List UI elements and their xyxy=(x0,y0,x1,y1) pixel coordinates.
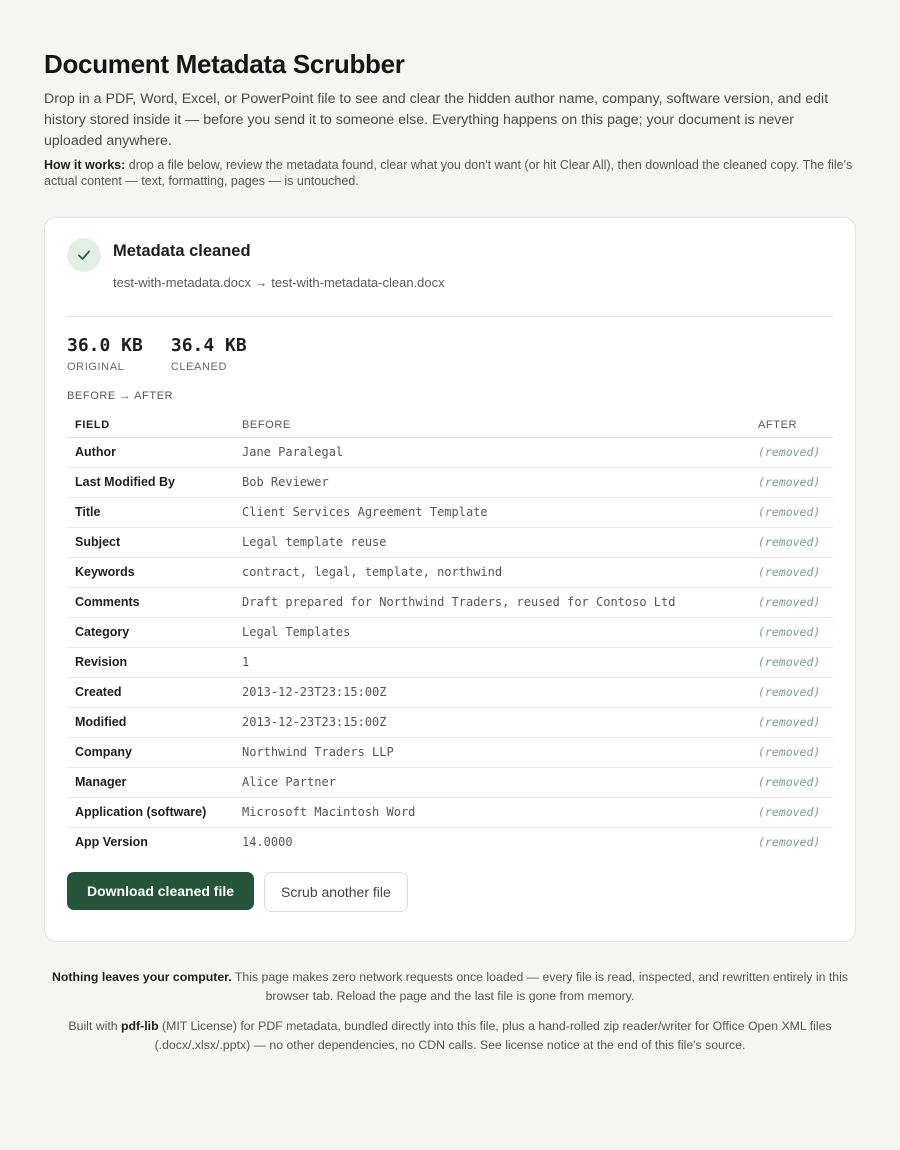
table-row: Created 2013-12-23T23:15:00Z (removed) xyxy=(67,677,833,708)
row-before-value: Legal Templates xyxy=(234,617,750,648)
footer: Nothing leaves your computer. This page … xyxy=(44,968,856,1055)
privacy-note: Nothing leaves your computer. This page … xyxy=(44,968,856,1006)
row-field: Modified xyxy=(67,707,234,738)
page-title: Document Metadata Scrubber xyxy=(44,49,405,79)
comparison-label: Before → After xyxy=(67,390,174,402)
row-after-value: (removed) xyxy=(750,527,833,558)
row-after-value: (removed) xyxy=(750,707,833,738)
row-before-value: 1 xyxy=(234,647,750,678)
row-field: Title xyxy=(67,497,234,528)
table-row: Modified 2013-12-23T23:15:00Z (removed) xyxy=(67,707,833,738)
column-header-after: After xyxy=(750,413,833,438)
row-before-value: Bob Reviewer xyxy=(234,467,750,498)
credits-note: Built with pdf-lib (MIT License) for PDF… xyxy=(44,1017,856,1055)
row-field: Company xyxy=(67,737,234,768)
actions: Download cleaned file Scrub another file xyxy=(67,872,833,912)
metadata-table: Field Before After Author Jane Paralegal(… xyxy=(67,413,833,857)
row-before-value: Alice Partner xyxy=(234,767,750,798)
credits-library: pdf-lib xyxy=(121,1019,159,1033)
table-row: Subject Legal template reuse (removed) xyxy=(67,527,833,558)
row-after-value: (removed) xyxy=(750,647,833,678)
table-row: Manager Alice Partner (removed) xyxy=(67,767,833,798)
size-cleaned-value: 36.4 KB xyxy=(170,335,247,356)
size-cleaned-label: Cleaned xyxy=(170,361,228,373)
row-before-value: contract, legal, template, northwind xyxy=(234,557,750,588)
status-row: Metadata cleaned test-with-metadata.docx… xyxy=(67,238,833,292)
status-check-badge xyxy=(67,238,101,272)
page: Document Metadata Scrubber Drop in a PDF… xyxy=(0,0,900,1150)
row-before-value: Northwind Traders LLP xyxy=(234,737,750,768)
row-after-value: (removed) xyxy=(750,497,833,528)
credits-prefix: Built with xyxy=(68,1019,122,1033)
size-cleaned: 36.4 KB Cleaned xyxy=(171,335,247,373)
file-rename-line: test-with-metadata.docx → test-with-meta… xyxy=(113,275,445,290)
row-before-value: 2013-12-23T23:15:00Z xyxy=(234,677,750,708)
row-field: Revision xyxy=(67,647,234,678)
row-after-value: (removed) xyxy=(758,835,821,850)
size-original: 36.0 KB Original xyxy=(67,335,143,373)
row-before-value: Jane Paralegal xyxy=(234,437,750,468)
table-header-row: Field Before After xyxy=(67,413,833,438)
metadata-rows: Author Jane Paralegal (removed) Last Modifi… xyxy=(67,437,833,857)
row-after-value: (removed) xyxy=(750,467,833,498)
table-row: Comments Draft prepared for Northwind Tra… xyxy=(67,587,833,618)
size-original-value: 36.0 KB xyxy=(67,335,143,356)
column-header-field: Field xyxy=(67,413,234,438)
how-it-works-label: How it works: xyxy=(44,158,126,172)
row-field: Created xyxy=(67,677,234,708)
credits-text: (MIT License) for PDF metadata, bundled … xyxy=(154,1019,832,1052)
row-field: Keywords xyxy=(67,557,234,588)
row-before-value: Legal template reuse xyxy=(234,527,750,558)
row-before-value: 2013-12-23T23:15:00Z xyxy=(234,707,750,738)
table-row: Application (software) Microsoft Macintos… xyxy=(67,797,833,828)
row-after-value: (removed) xyxy=(750,617,833,648)
row-before-value: Client Services Agreement Template xyxy=(234,497,750,528)
row-field: App Version xyxy=(75,835,148,850)
download-cleaned-button[interactable]: Download cleaned file xyxy=(67,872,255,910)
status-text: Metadata cleaned test-with-metadata.docx… xyxy=(113,238,445,292)
how-it-works: How it works: drop a file below, review … xyxy=(44,157,856,189)
row-field: Subject xyxy=(67,527,234,558)
privacy-note-text: This page makes zero network requests on… xyxy=(231,970,849,1003)
row-after-value: (removed) xyxy=(750,587,833,618)
intro-text: Drop in a PDF, Word, Excel, or PowerPoin… xyxy=(44,91,829,149)
row-after-value: (removed) xyxy=(750,797,833,828)
row-field: Last Modified By xyxy=(67,467,234,498)
result-card: Metadata cleaned test-with-metadata.docx… xyxy=(44,217,856,942)
file-sizes: 36.0 KB Original 36.4 KB Cleaned xyxy=(67,335,833,373)
table-row: Revision 1 (removed) xyxy=(67,647,833,678)
row-after-value: (removed) xyxy=(750,767,833,798)
row-after-value: (removed) xyxy=(750,557,833,588)
row-before-value: Draft prepared for Northwind Traders, re… xyxy=(234,587,750,618)
row-field: Author xyxy=(67,437,234,468)
row-field: Comments xyxy=(67,587,234,618)
check-icon xyxy=(78,250,90,260)
size-original-label: Original xyxy=(67,361,125,373)
row-after-value: (removed) xyxy=(750,437,833,468)
divider xyxy=(67,316,833,317)
privacy-note-bold: Nothing leaves your computer. xyxy=(51,970,232,984)
status-title: Metadata cleaned xyxy=(113,242,251,260)
table-row: Title Client Services Agreement Template(… xyxy=(67,497,833,528)
row-field: Manager xyxy=(67,767,234,798)
row-before-value: Microsoft Macintosh Word xyxy=(234,797,750,828)
table-row: Last Modified By Bob Reviewer (removed) xyxy=(67,467,833,498)
table-row: Author Jane Paralegal (removed) xyxy=(67,437,833,468)
table-row: Category Legal Templates (removed) xyxy=(67,617,833,648)
table-row: Company Northwind Traders LLP (removed) xyxy=(67,737,833,768)
table-row: App Version 14.0000 (removed) xyxy=(67,827,833,857)
row-before-value: 14.0000 xyxy=(242,835,293,850)
row-after-value: (removed) xyxy=(750,737,833,768)
scrub-another-button[interactable]: Scrub another file xyxy=(264,872,408,912)
how-it-works-text: drop a file below, review the metadata f… xyxy=(44,158,853,188)
row-field: Category xyxy=(67,617,234,648)
row-field: Application (software) xyxy=(67,797,234,828)
table-row: Keywords contract, legal, template, north… xyxy=(67,557,833,588)
row-after-value: (removed) xyxy=(750,677,833,708)
column-header-before: Before xyxy=(234,413,750,438)
